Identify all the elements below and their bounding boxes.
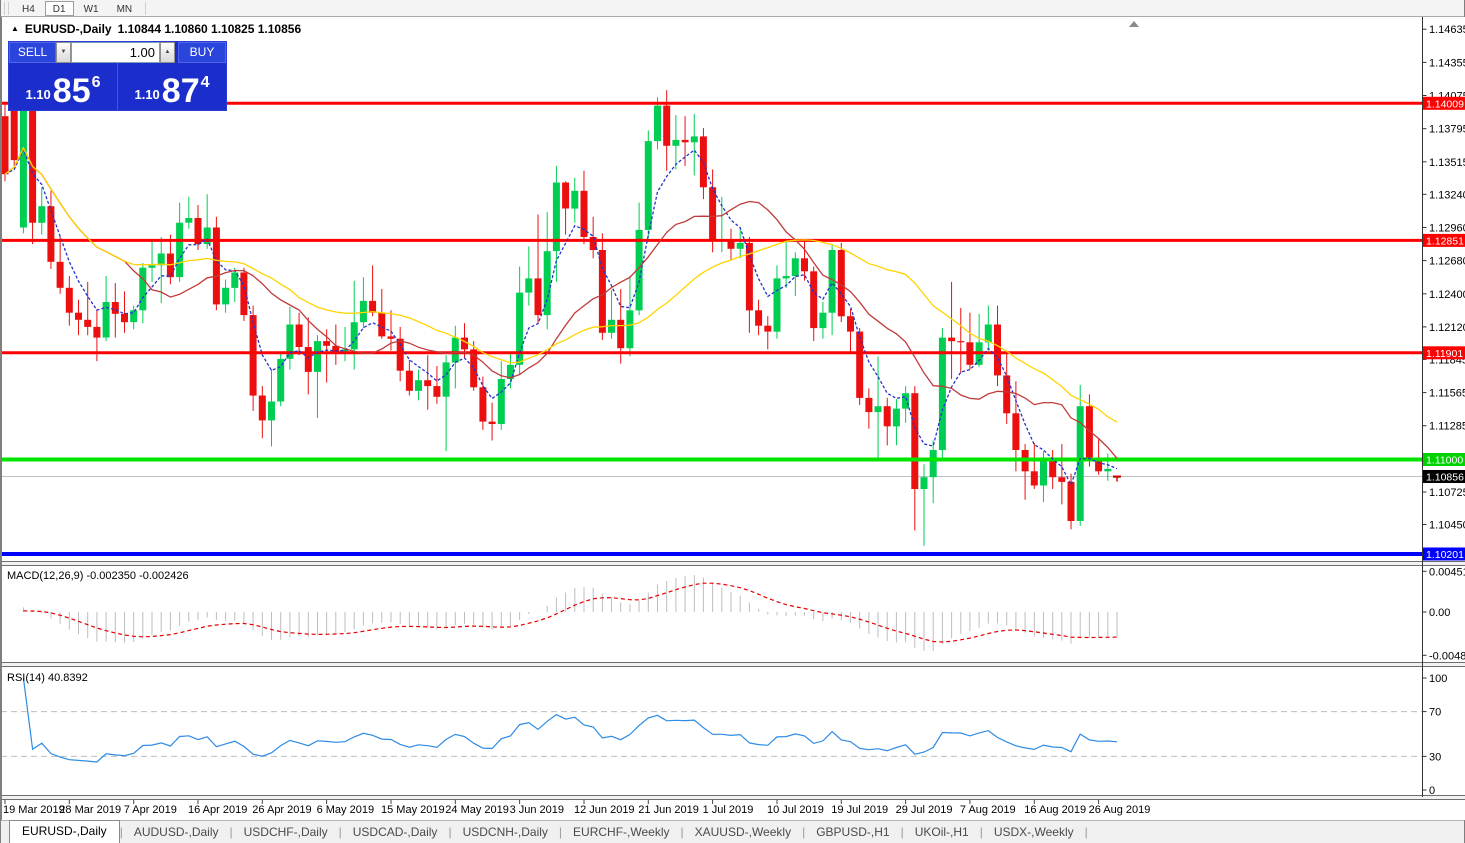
timeframe-button-d1[interactable]: D1: [45, 1, 74, 16]
tab-ukoil-h1[interactable]: UKOil-,H1: [904, 822, 980, 843]
time-axis-label: 15 May 2019: [381, 804, 445, 816]
sell-price-pip-digit: 6: [92, 74, 101, 92]
time-axis-label: 16 Apr 2019: [188, 804, 247, 816]
volume-increase-button[interactable]: ▲: [160, 42, 175, 63]
price-axis-tick: 1.13795: [1429, 124, 1465, 136]
mt4-window: H4D1W1MN 19 Mar 201928 Mar 20197 Apr 201…: [0, 0, 1465, 843]
time-axis-label: 24 May 2019: [445, 804, 509, 816]
time-axis-separator[interactable]: [1, 796, 1465, 800]
time-axis-label: 7 Apr 2019: [124, 804, 177, 816]
timeframe-button-w1[interactable]: W1: [76, 1, 107, 16]
chart-background: [1, 17, 1465, 820]
price-axis-tick: 1.13515: [1429, 157, 1465, 169]
sell-button[interactable]: SELL: [9, 42, 56, 63]
collapse-arrow-icon[interactable]: ▲: [11, 24, 19, 33]
tab-eurusd-daily[interactable]: EURUSD-,Daily: [9, 820, 120, 843]
level-price-label-text: 1.11901: [1426, 348, 1463, 360]
price-axis-tick: 1.11565: [1429, 388, 1465, 400]
sell-price-prefix: 1.10: [25, 87, 50, 102]
price-axis-tick: 1.10725: [1429, 487, 1465, 499]
buy-button[interactable]: BUY: [178, 42, 226, 63]
one-click-trading-panel: SELL ▼ ▲ BUY 1.10 85 6 1.10 87 4: [8, 41, 227, 111]
buy-price[interactable]: 1.10 87 4: [118, 63, 226, 110]
buy-price-prefix: 1.10: [134, 87, 159, 102]
tab-divider: |: [1085, 825, 1088, 843]
chart-canvas[interactable]: 19 Mar 201928 Mar 20197 Apr 2019 16 Apr 2…: [1, 17, 1465, 820]
time-axis-label: 1 Jul 2019: [703, 804, 754, 816]
rsi-axis-tick: 30: [1429, 751, 1441, 763]
time-axis-label: 26 Aug 2019: [1089, 804, 1151, 816]
price-axis-tick: 1.14355: [1429, 57, 1465, 69]
tab-usdcad-daily[interactable]: USDCAD-,Daily: [342, 822, 449, 843]
rsi-axis-tick: 100: [1429, 673, 1447, 685]
macd-indicator-label: MACD(12,26,9) -0.002350 -0.002426: [7, 570, 189, 582]
price-axis-tick: 1.12680: [1429, 256, 1465, 268]
level-price-label-text: 1.11000: [1426, 455, 1463, 467]
level-price-label-text: 1.12851: [1426, 235, 1464, 247]
time-axis-label: 29 Jul 2019: [896, 804, 953, 816]
tab-xauusd-weekly[interactable]: XAUUSD-,Weekly: [684, 822, 802, 843]
toolbar-grip[interactable]: [4, 2, 9, 15]
time-axis-label: 19 Mar 2019: [3, 804, 65, 816]
toolbar-separator: [145, 2, 146, 15]
volume-decrease-button[interactable]: ▼: [56, 42, 71, 63]
time-axis-label: 28 Mar 2019: [59, 804, 121, 816]
price-axis-tick: 1.12120: [1429, 322, 1465, 334]
tab-usdchf-daily[interactable]: USDCHF-,Daily: [233, 822, 339, 843]
time-axis-label: 12 Jun 2019: [574, 804, 635, 816]
current-price-label-text: 1.10856: [1426, 472, 1464, 484]
tab-usdcnh-daily[interactable]: USDCNH-,Daily: [452, 822, 559, 843]
chart-title: ▲ EURUSD-,Daily 1.10844 1.10860 1.10825 …: [11, 22, 301, 36]
macd-axis-tick: -0.004806: [1429, 650, 1465, 662]
volume-input[interactable]: [71, 42, 160, 63]
time-axis-label: 21 Jun 2019: [638, 804, 699, 816]
timeframe-button-mn[interactable]: MN: [109, 1, 141, 16]
price-axis-tick: 1.12400: [1429, 289, 1465, 301]
time-axis-label: 10 Jul 2019: [767, 804, 824, 816]
splitter-main-macd[interactable]: [1, 562, 1465, 566]
rsi-indicator-label: RSI(14) 40.8392: [7, 672, 88, 684]
time-axis-label: 3 Jun 2019: [510, 804, 564, 816]
buy-price-pip-digit: 4: [201, 74, 210, 92]
time-axis-label: 6 May 2019: [317, 804, 374, 816]
tab-gbpusd-h1[interactable]: GBPUSD-,H1: [805, 822, 900, 843]
tab-usdx-weekly[interactable]: USDX-,Weekly: [983, 822, 1085, 843]
rsi-axis-tick: 0: [1429, 785, 1435, 797]
time-axis-label: 16 Aug 2019: [1024, 804, 1086, 816]
price-axis-tick: 1.12960: [1429, 223, 1465, 235]
price-axis-tick: 1.14635: [1429, 24, 1465, 36]
time-axis-label: 7 Aug 2019: [960, 804, 1016, 816]
rsi-axis-tick: 70: [1429, 707, 1441, 719]
tab-audusd-daily[interactable]: AUDUSD-,Daily: [123, 822, 230, 843]
timeframe-button-h4[interactable]: H4: [14, 1, 43, 16]
chart-tab-bar: EURUSD-,Daily|AUDUSD-,Daily|USDCHF-,Dail…: [1, 820, 1464, 843]
price-axis-tick: 1.10450: [1429, 520, 1465, 532]
timeframe-toolbar: H4D1W1MN: [1, 0, 1464, 17]
macd-axis-tick: 0.00: [1429, 607, 1450, 619]
time-axis-label: 26 Apr 2019: [252, 804, 311, 816]
time-axis-label: 19 Jul 2019: [831, 804, 888, 816]
buy-price-big-digits: 87: [162, 76, 200, 106]
tab-eurchf-weekly[interactable]: EURCHF-,Weekly: [562, 822, 680, 843]
level-price-label-text: 1.14009: [1426, 98, 1464, 110]
chart-ohlc-values: 1.10844 1.10860 1.10825 1.10856: [118, 22, 302, 36]
level-price-label-text: 1.10201: [1426, 549, 1464, 561]
price-axis-tick: 1.13240: [1429, 189, 1465, 201]
macd-axis-tick: 0.004517: [1429, 566, 1465, 578]
price-axis-tick: 1.11285: [1429, 421, 1465, 433]
sell-price-big-digits: 85: [53, 76, 91, 106]
splitter-macd-rsi[interactable]: [1, 663, 1465, 667]
chart-symbol-label: EURUSD-,Daily: [25, 22, 112, 36]
sell-price[interactable]: 1.10 85 6: [9, 63, 118, 110]
